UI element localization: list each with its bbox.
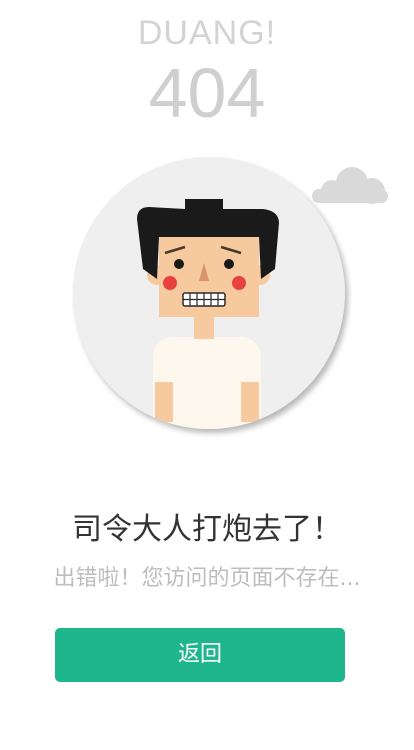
error-code: 404 xyxy=(148,54,266,132)
back-button[interactable]: 返回 xyxy=(55,628,345,682)
error-title: 司令大人打炮去了！ xyxy=(72,512,342,547)
exclamation-text: DUANG! xyxy=(137,14,277,52)
error-page: DUANG! 404 司令大人打炮去了！ 出错啦！您访问的页面不存在... 返回 xyxy=(0,0,414,750)
error-illustration xyxy=(73,157,345,429)
worried-man-illustration xyxy=(137,199,279,429)
error-subtitle: 出错啦！您访问的页面不存在... xyxy=(53,566,361,591)
